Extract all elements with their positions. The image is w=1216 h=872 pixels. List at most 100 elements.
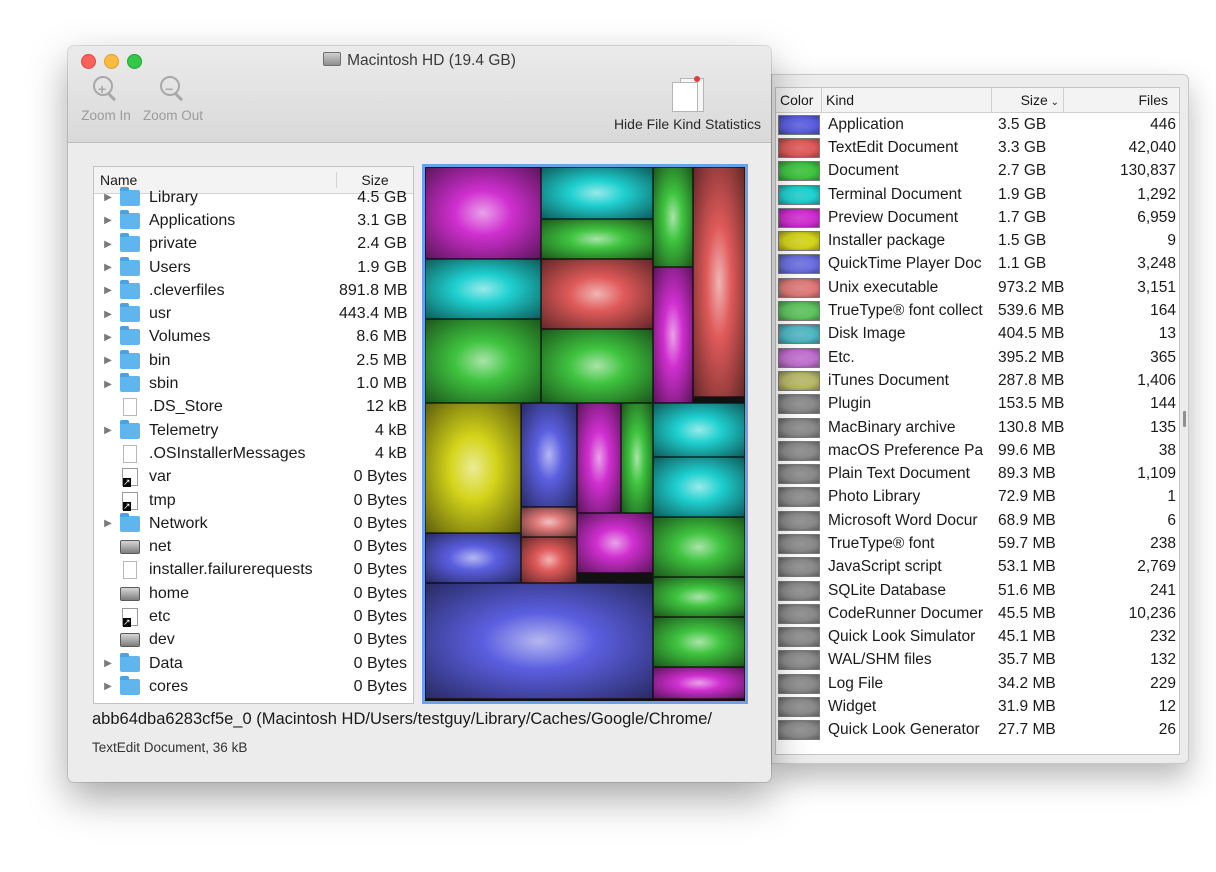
file-list-row[interactable]: ▶ bin 2.5 MB bbox=[94, 349, 413, 372]
disclosure-triangle-icon[interactable]: ▶ bbox=[100, 681, 116, 692]
kind-color-swatch[interactable] bbox=[778, 277, 820, 298]
zoom-out-button[interactable]: − Zoom Out bbox=[140, 76, 206, 123]
treemap-block[interactable] bbox=[653, 667, 745, 699]
kind-color-swatch[interactable] bbox=[778, 161, 820, 182]
treemap-block[interactable] bbox=[425, 259, 541, 319]
kind-color-swatch[interactable] bbox=[778, 487, 820, 508]
file-list-row[interactable]: ▶ .cleverfiles 891.8 MB bbox=[94, 279, 413, 302]
disclosure-triangle-icon[interactable]: ▶ bbox=[100, 518, 116, 529]
kind-color-swatch[interactable] bbox=[778, 324, 820, 345]
treemap-block[interactable] bbox=[425, 319, 541, 403]
kind-row[interactable]: Preview Document 1.7 GB 6,959 bbox=[776, 206, 1179, 229]
kind-color-swatch[interactable] bbox=[778, 580, 820, 601]
disclosure-triangle-icon[interactable]: ▶ bbox=[100, 215, 116, 226]
kind-row[interactable]: JavaScript script 53.1 MB 2,769 bbox=[776, 556, 1179, 579]
kind-color-swatch[interactable] bbox=[778, 720, 820, 741]
kind-row[interactable]: WAL/SHM files 35.7 MB 132 bbox=[776, 649, 1179, 672]
treemap-block[interactable] bbox=[521, 537, 577, 583]
file-list-row[interactable]: tmp 0 Bytes bbox=[94, 489, 413, 512]
file-list-row[interactable]: dev 0 Bytes bbox=[94, 629, 413, 652]
kind-row[interactable]: Installer package 1.5 GB 9 bbox=[776, 229, 1179, 252]
file-list-row[interactable]: net 0 Bytes bbox=[94, 535, 413, 558]
kind-row[interactable]: Plugin 153.5 MB 144 bbox=[776, 393, 1179, 416]
treemap-block[interactable] bbox=[653, 267, 693, 403]
kind-row[interactable]: Disk Image 404.5 MB 13 bbox=[776, 323, 1179, 346]
file-list-row[interactable]: home 0 Bytes bbox=[94, 582, 413, 605]
kind-color-swatch[interactable] bbox=[778, 697, 820, 718]
treemap-block[interactable] bbox=[425, 403, 521, 533]
file-list-row[interactable]: ▶ cores 0 Bytes bbox=[94, 675, 413, 698]
kind-row[interactable]: Widget 31.9 MB 12 bbox=[776, 695, 1179, 718]
file-list[interactable]: Name Size ▶ Library 4.5 GB ▶ Applications 3.1… bbox=[93, 166, 414, 704]
treemap-block[interactable] bbox=[541, 259, 653, 329]
file-list-row[interactable]: .DS_Store 12 kB bbox=[94, 396, 413, 419]
treemap-block[interactable] bbox=[425, 583, 653, 699]
kind-color-swatch[interactable] bbox=[778, 394, 820, 415]
file-list-row[interactable]: ▶ Network 0 Bytes bbox=[94, 512, 413, 535]
kind-row[interactable]: TextEdit Document 3.3 GB 42,040 bbox=[776, 136, 1179, 159]
disclosure-triangle-icon[interactable]: ▶ bbox=[100, 379, 116, 390]
kind-statistics-table[interactable]: Color Kind Size ⌄ Files Application 3.5 G… bbox=[775, 87, 1180, 755]
kind-row[interactable]: Photo Library 72.9 MB 1 bbox=[776, 486, 1179, 509]
hide-file-kind-statistics-button[interactable]: Hide File Kind Statistics bbox=[614, 76, 761, 132]
kind-color-swatch[interactable] bbox=[778, 557, 820, 578]
kind-row[interactable]: QuickTime Player Doc 1.1 GB 3,248 bbox=[776, 253, 1179, 276]
kind-row[interactable]: Document 2.7 GB 130,837 bbox=[776, 160, 1179, 183]
disclosure-triangle-icon[interactable]: ▶ bbox=[100, 355, 116, 366]
kind-row[interactable]: CodeRunner Documer 45.5 MB 10,236 bbox=[776, 602, 1179, 625]
file-list-row[interactable]: var 0 Bytes bbox=[94, 466, 413, 489]
treemap-block[interactable] bbox=[425, 167, 541, 259]
file-list-row[interactable]: ▶ Library 4.5 GB bbox=[94, 186, 413, 209]
treemap-block[interactable] bbox=[653, 403, 745, 457]
kind-row[interactable]: Application 3.5 GB 446 bbox=[776, 113, 1179, 136]
treemap-block[interactable] bbox=[653, 577, 745, 617]
kind-color-swatch[interactable] bbox=[778, 370, 820, 391]
kind-row[interactable]: TrueType® font 59.7 MB 238 bbox=[776, 532, 1179, 555]
kind-row[interactable]: Quick Look Generator 27.7 MB 26 bbox=[776, 719, 1179, 742]
treemap-block[interactable] bbox=[577, 403, 621, 513]
kind-row[interactable]: macOS Preference Pa 99.6 MB 38 bbox=[776, 439, 1179, 462]
kind-color-swatch[interactable] bbox=[778, 417, 820, 438]
file-list-row[interactable]: ▶ Data 0 Bytes bbox=[94, 652, 413, 675]
disclosure-triangle-icon[interactable]: ▶ bbox=[100, 658, 116, 669]
file-list-row[interactable]: ▶ Applications 3.1 GB bbox=[94, 209, 413, 232]
kind-row[interactable]: Microsoft Word Docur 68.9 MB 6 bbox=[776, 509, 1179, 532]
file-list-row[interactable]: ▶ Telemetry 4 kB bbox=[94, 419, 413, 442]
kind-row[interactable]: Etc. 395.2 MB 365 bbox=[776, 346, 1179, 369]
kind-color-swatch[interactable] bbox=[778, 510, 820, 531]
kind-color-swatch[interactable] bbox=[778, 464, 820, 485]
disclosure-triangle-icon[interactable]: ▶ bbox=[100, 192, 116, 203]
file-list-row[interactable]: ▶ Volumes 8.6 MB bbox=[94, 326, 413, 349]
file-list-row[interactable]: installer.failurerequests 0 Bytes bbox=[94, 559, 413, 582]
zoom-in-button[interactable]: + Zoom In bbox=[78, 76, 134, 123]
kind-color-swatch[interactable] bbox=[778, 254, 820, 275]
kind-color-swatch[interactable] bbox=[778, 627, 820, 648]
disclosure-triangle-icon[interactable]: ▶ bbox=[100, 239, 116, 250]
drawer-resize-handle[interactable] bbox=[1183, 411, 1186, 427]
treemap-block[interactable] bbox=[653, 617, 745, 667]
treemap-block[interactable] bbox=[425, 533, 521, 583]
treemap-block[interactable] bbox=[521, 507, 577, 537]
kind-color-swatch[interactable] bbox=[778, 301, 820, 322]
treemap-block[interactable] bbox=[541, 219, 653, 259]
kind-row[interactable]: SQLite Database 51.6 MB 241 bbox=[776, 579, 1179, 602]
kind-color-swatch[interactable] bbox=[778, 650, 820, 671]
file-list-row[interactable]: etc 0 Bytes bbox=[94, 605, 413, 628]
column-header-color[interactable]: Color bbox=[776, 88, 822, 112]
file-list-row[interactable]: ▶ sbin 1.0 MB bbox=[94, 372, 413, 395]
kind-row[interactable]: Log File 34.2 MB 229 bbox=[776, 672, 1179, 695]
file-list-row[interactable]: .OSInstallerMessages 4 kB bbox=[94, 442, 413, 465]
disclosure-triangle-icon[interactable]: ▶ bbox=[100, 309, 116, 320]
kind-row[interactable]: Quick Look Simulator 45.1 MB 232 bbox=[776, 626, 1179, 649]
file-list-row[interactable]: ▶ private 2.4 GB bbox=[94, 233, 413, 256]
file-list-row[interactable]: ▶ usr 443.4 MB bbox=[94, 302, 413, 325]
kind-color-swatch[interactable] bbox=[778, 207, 820, 228]
kind-row[interactable]: Terminal Document 1.9 GB 1,292 bbox=[776, 183, 1179, 206]
kind-color-swatch[interactable] bbox=[778, 533, 820, 554]
disclosure-triangle-icon[interactable]: ▶ bbox=[100, 332, 116, 343]
treemap-block[interactable] bbox=[541, 329, 653, 403]
column-header-files[interactable]: Files bbox=[1064, 88, 1174, 112]
file-list-row[interactable]: ▶ Users 1.9 GB bbox=[94, 256, 413, 279]
treemap-block[interactable] bbox=[577, 513, 653, 573]
kind-row[interactable]: TrueType® font collect 539.6 MB 164 bbox=[776, 299, 1179, 322]
